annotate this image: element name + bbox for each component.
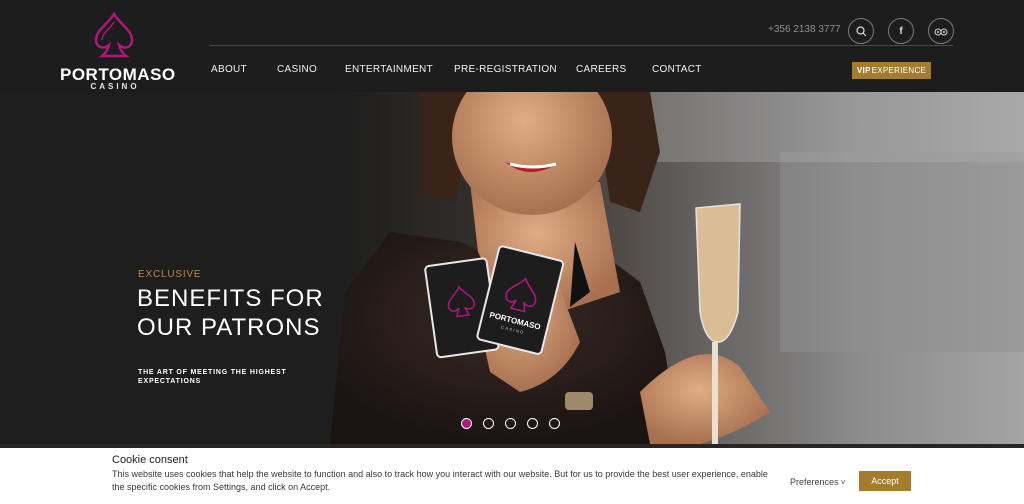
experience-label: EXPERIENCE xyxy=(871,66,927,75)
site-header: PORTOMASO CASINO +356 2138 3777 f ABOUT … xyxy=(0,0,1024,92)
vip-experience-button[interactable]: VIP EXPERIENCE xyxy=(852,62,931,79)
hero-eyebrow: EXCLUSIVE xyxy=(138,269,202,280)
slider-dot-2[interactable] xyxy=(483,418,494,429)
preferences-label: Preferences xyxy=(790,477,839,487)
slider-dot-5[interactable] xyxy=(549,418,560,429)
search-icon xyxy=(855,25,866,36)
chevron-down-icon: ˅ xyxy=(838,478,846,487)
nav-pre-registration[interactable]: PRE-REGISTRATION xyxy=(454,64,557,75)
hero-subline: THE ART OF MEETING THE HIGHEST EXPECTATI… xyxy=(138,369,287,385)
cookie-text: This website uses cookies that help the … xyxy=(112,469,768,492)
accept-button[interactable]: Accept xyxy=(859,471,911,491)
hero-image: PORTOMASO CASINO xyxy=(330,92,1024,444)
hero-headline: BENEFITS FOR OUR PATRONS xyxy=(137,284,324,342)
slider-dot-1[interactable] xyxy=(461,418,472,429)
logo-subtitle: CASINO xyxy=(90,82,140,91)
preferences-link[interactable]: Preferences ˅ xyxy=(790,477,845,487)
tripadvisor-icon xyxy=(934,28,948,35)
hero-slider: PORTOMASO CASINO EXCLUSIVE BENEFITS FOR … xyxy=(0,92,1024,444)
cookie-banner: Cookie consent This website uses cookies… xyxy=(0,448,1024,504)
nav-careers[interactable]: CAREERS xyxy=(576,64,626,75)
nav-about[interactable]: ABOUT xyxy=(211,64,247,75)
facebook-button[interactable]: f xyxy=(888,18,914,44)
headline-line-2: OUR PATRONS xyxy=(137,314,321,341)
header-divider xyxy=(210,45,953,46)
nav-casino[interactable]: CASINO xyxy=(277,64,317,75)
vip-label: VIP xyxy=(856,66,871,75)
slider-dot-3[interactable] xyxy=(505,418,516,429)
nav-entertainment[interactable]: ENTERTAINMENT xyxy=(345,64,433,75)
slider-dot-4[interactable] xyxy=(527,418,538,429)
portomaso-logo[interactable]: PORTOMASO CASINO xyxy=(60,12,175,92)
tripadvisor-button[interactable] xyxy=(928,18,954,44)
facebook-icon: f xyxy=(899,25,903,37)
slider-dots xyxy=(461,418,560,429)
phone-number[interactable]: +356 2138 3777 xyxy=(768,24,841,35)
cookie-title: Cookie consent xyxy=(112,454,188,466)
headline-line-1: BENEFITS FOR xyxy=(137,285,324,312)
search-button[interactable] xyxy=(848,18,874,44)
nav-contact[interactable]: CONTACT xyxy=(652,64,702,75)
spade-icon xyxy=(94,12,134,58)
